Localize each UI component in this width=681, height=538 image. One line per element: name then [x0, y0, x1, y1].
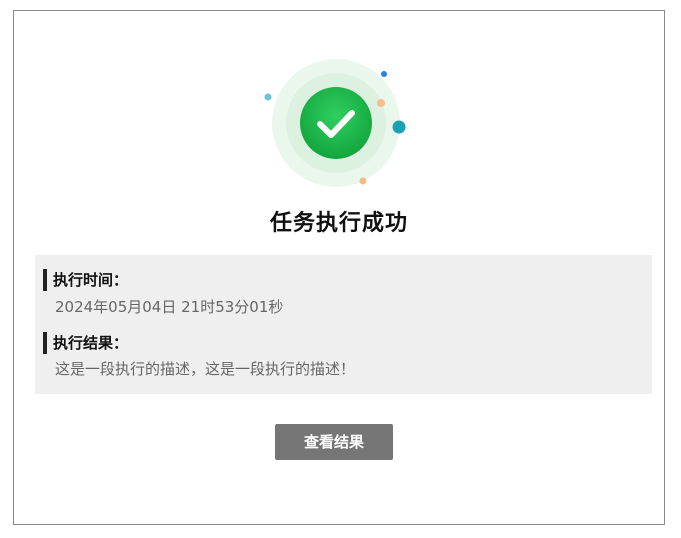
- view-result-button[interactable]: 查看结果: [275, 424, 393, 460]
- dialog-title: 任务执行成功: [269, 211, 408, 236]
- info-panel: 执行时间： 2024年05月04日 21时53分01秒 执行结果： 这是一段执行…: [35, 255, 652, 394]
- success-check-icon: [264, 59, 406, 187]
- execution-result-value: 这是一段执行的描述，这是一段执行的描述！: [55, 360, 356, 378]
- execution-time-label: 执行时间：: [43, 269, 128, 291]
- result-dialog: 任务执行成功 执行时间： 2024年05月04日 21时53分01秒 执行结果：…: [13, 10, 665, 525]
- execution-result-label: 执行结果：: [43, 332, 128, 354]
- success-illustration: [14, 11, 664, 211]
- execution-time-value: 2024年05月04日 21时53分01秒: [55, 298, 284, 316]
